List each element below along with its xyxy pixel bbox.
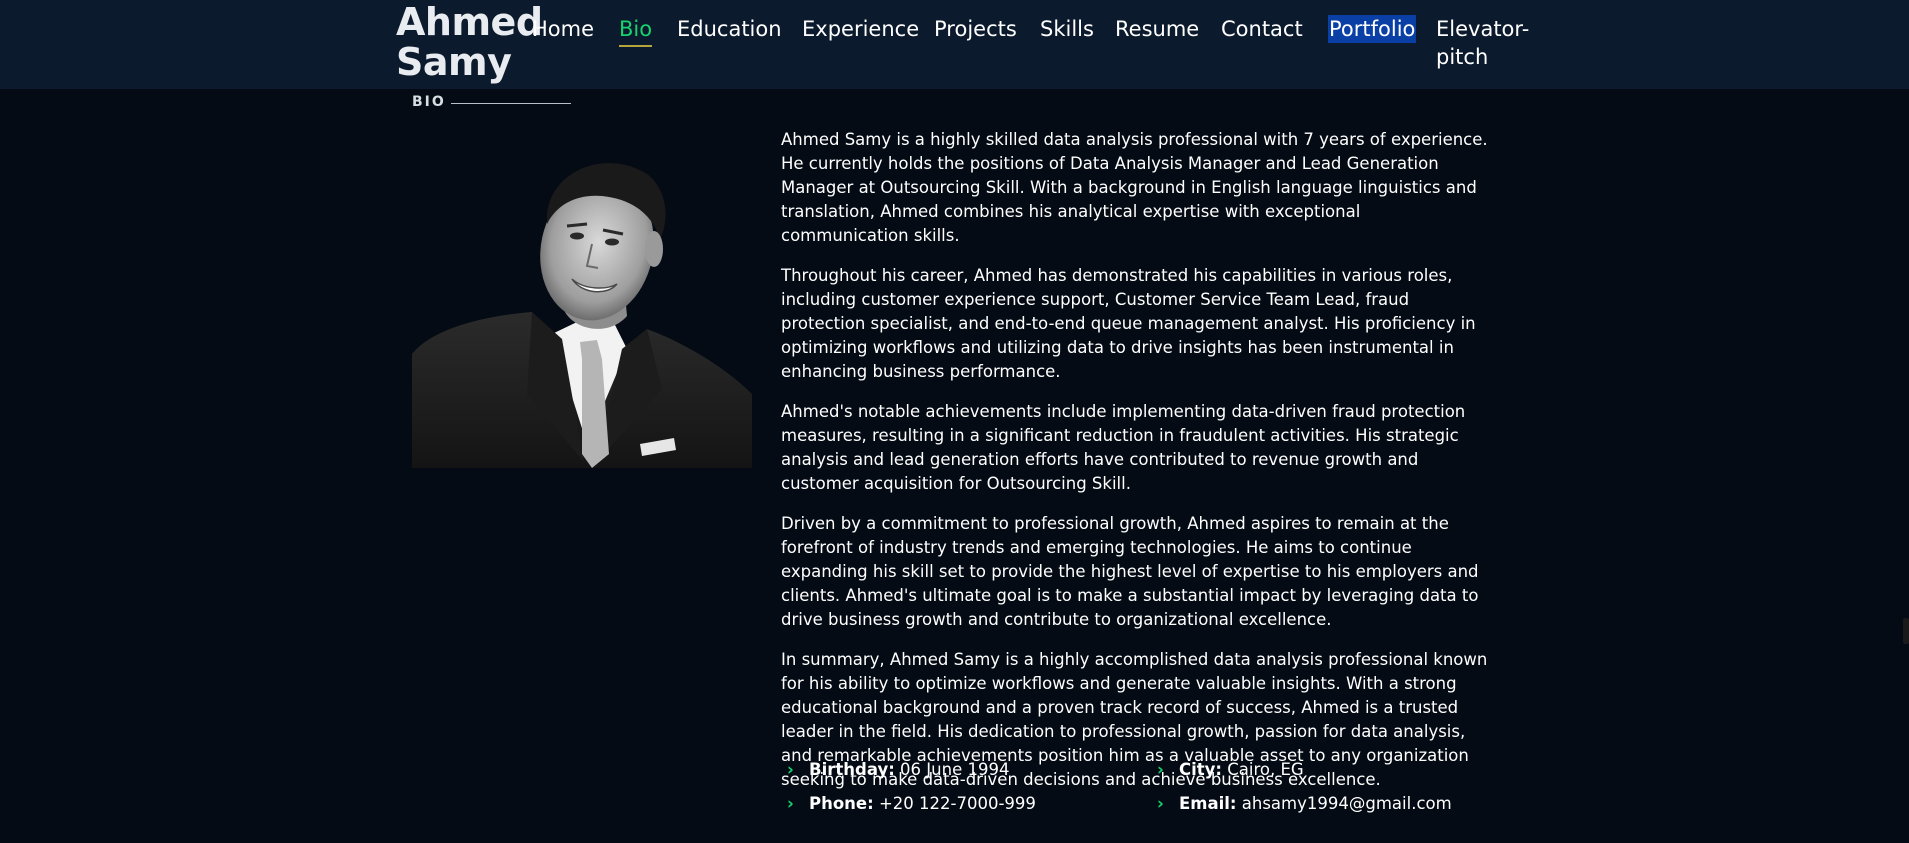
bio-paragraph-2: Throughout his career, Ahmed has demonst… <box>781 266 1476 381</box>
fact-birthday-label: Birthday: <box>809 760 895 779</box>
bio-text: Ahmed Samy is a highly skilled data anal… <box>781 128 1493 808</box>
fact-birthday-value: 06 June 1994 <box>900 760 1010 779</box>
profile-photo <box>412 144 752 468</box>
nav-experience[interactable]: Experience <box>802 15 919 43</box>
chevron-right-icon: › <box>1157 760 1164 779</box>
fact-city-value: Cairo, EG <box>1227 760 1304 779</box>
fact-phone-value: +20 122-7000-999 <box>878 794 1036 813</box>
nav-elevator-pitch[interactable]: Elevator-pitch <box>1436 15 1536 71</box>
nav-portfolio[interactable]: Portfolio <box>1328 15 1417 43</box>
section-title-divider <box>451 103 571 104</box>
nav-home[interactable]: Home <box>532 15 594 43</box>
nav-resume[interactable]: Resume <box>1115 15 1199 43</box>
fact-birthday: › Birthday: 06 June 1994 <box>781 758 1009 782</box>
fact-email: › Email: ahsamy1994@gmail.com <box>1151 792 1452 816</box>
site-logo[interactable]: Ahmed Samy <box>396 0 543 84</box>
nav-bio[interactable]: Bio <box>619 15 653 47</box>
bio-paragraph-4: Driven by a commitment to professional g… <box>781 514 1479 629</box>
section-title: BIO <box>412 94 446 110</box>
nav-skills[interactable]: Skills <box>1040 15 1094 43</box>
chevron-right-icon: › <box>787 760 794 779</box>
fact-phone: › Phone: +20 122-7000-999 <box>781 792 1036 816</box>
chevron-right-icon: › <box>1157 794 1164 813</box>
chevron-right-icon: › <box>787 794 794 813</box>
bio-paragraph-3: Ahmed's notable achievements include imp… <box>781 402 1466 493</box>
nav-contact[interactable]: Contact <box>1221 15 1303 43</box>
fact-city: › City: Cairo, EG <box>1151 758 1304 782</box>
fact-email-value[interactable]: ahsamy1994@gmail.com <box>1242 794 1452 813</box>
nav-projects[interactable]: Projects <box>934 15 1017 43</box>
fact-email-label: Email: <box>1179 794 1237 813</box>
brand-first-name: Ahmed <box>396 0 543 44</box>
site-header: Ahmed Samy Home Bio Education Experience… <box>0 0 1909 89</box>
fact-city-label: City: <box>1179 760 1223 779</box>
nav-education[interactable]: Education <box>677 15 782 43</box>
scroll-handle[interactable] <box>1903 618 1909 644</box>
bio-paragraph-1: Ahmed Samy is a highly skilled data anal… <box>781 130 1488 245</box>
fact-phone-label: Phone: <box>809 794 874 813</box>
brand-last-name: Samy <box>396 40 512 84</box>
